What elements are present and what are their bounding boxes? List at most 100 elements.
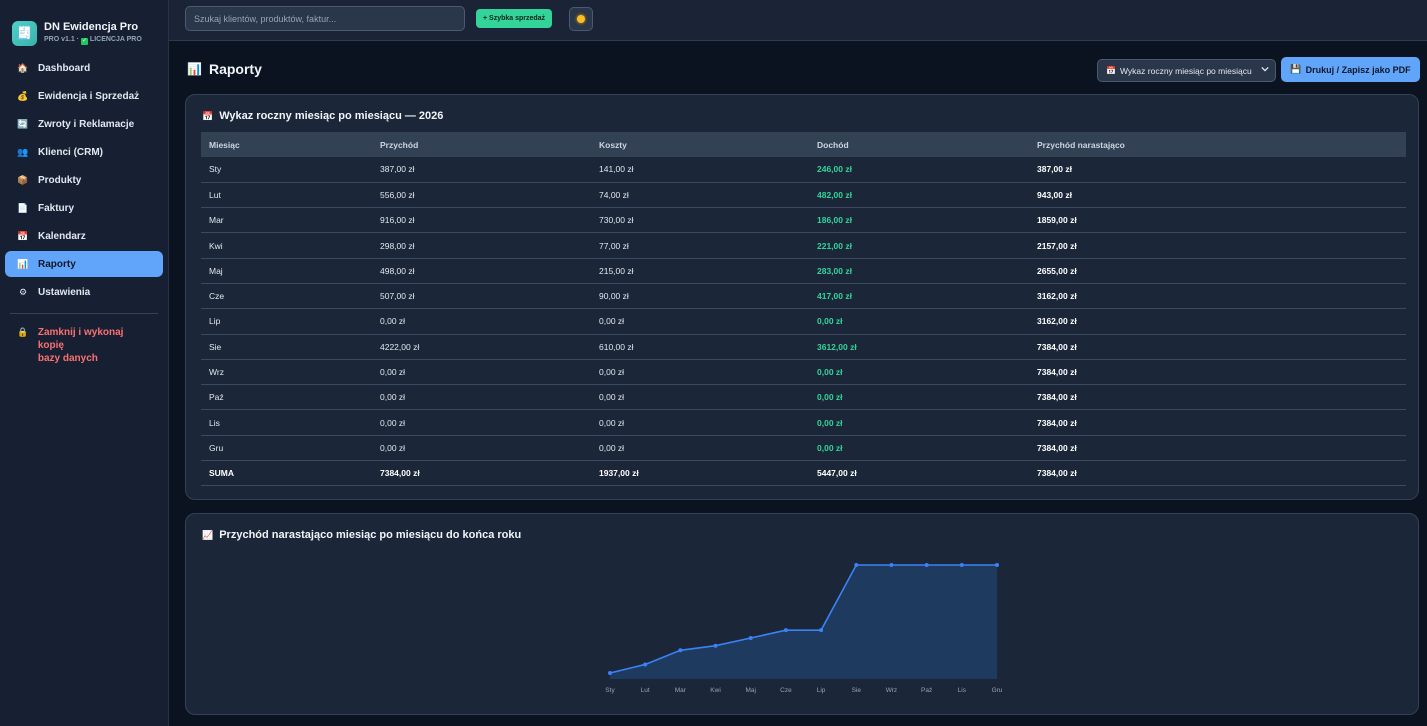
x-tick-label: Lut xyxy=(641,687,650,694)
table-row: Gru 0,00 zł 0,00 zł 0,00 zł 7384,00 zł xyxy=(201,435,1406,462)
cell-revenue: 916,00 zł xyxy=(372,207,591,234)
x-tick-label: Paź xyxy=(921,687,932,694)
gear-icon: ⚙ xyxy=(18,286,28,297)
sidebar-item-calendar[interactable]: 📅 Kalendarz xyxy=(5,223,163,249)
sidebar-item-label: Ustawienia xyxy=(38,286,91,298)
sidebar-item-dashboard[interactable]: 🏠 Dashboard xyxy=(5,55,163,81)
x-tick-label: Lip xyxy=(817,687,826,694)
x-tick-label: Maj xyxy=(745,687,755,694)
cell-month: Cze xyxy=(201,283,372,310)
users-icon: 👥 xyxy=(17,146,29,157)
sidebar-item-label: Dashboard xyxy=(38,62,91,74)
card-title: 📅 Wykaz roczny miesiąc po miesiącu — 202… xyxy=(202,110,443,122)
cell-cumulative: 7384,00 zł xyxy=(1029,435,1406,462)
cell-costs: 0,00 zł xyxy=(591,435,809,462)
sidebar-divider xyxy=(10,313,158,314)
cumulative-revenue-chart: Sty Lut Mar Kwi Maj Cze Lip Sie Wrz Paź Lis Gru xyxy=(605,563,1003,694)
sum-cell-revenue: 7384,00 zł xyxy=(372,460,591,487)
exit-label-line1: Zamknij i wykonaj kopię xyxy=(37,327,124,351)
print-pdf-label: Drukuj / Zapisz jako PDF xyxy=(1305,64,1411,75)
cell-cumulative: 943,00 zł xyxy=(1029,182,1406,209)
table-row: Sty 387,00 zł 141,00 zł 246,00 zł 387,00 zł xyxy=(201,157,1406,183)
cell-revenue: 0,00 zł xyxy=(372,435,591,462)
cell-cumulative: 2157,00 zł xyxy=(1029,232,1406,259)
data-point xyxy=(643,662,648,667)
sidebar-item-products[interactable]: 📦 Produkty xyxy=(5,167,163,193)
calendar-icon: 📅 xyxy=(1106,66,1116,75)
cell-income: 0,00 zł xyxy=(809,308,1029,335)
table-row: Lut 556,00 zł 74,00 zł 482,00 zł 943,00 zł xyxy=(201,182,1406,209)
col-month: Miesiąc xyxy=(201,132,372,157)
data-point xyxy=(783,628,788,633)
main-content: 📊 Raporty 📅 Wykaz roczny miesiąc po mies… xyxy=(169,41,1427,726)
search-input[interactable] xyxy=(185,6,465,31)
cell-income: 221,00 zł xyxy=(809,232,1029,259)
cell-income: 0,00 zł xyxy=(809,435,1029,462)
yearly-report-title: Wykaz roczny miesiąc po miesiącu — 2026 xyxy=(219,110,444,122)
table-row: Sie 4222,00 zł 610,00 zł 3612,00 zł 7384,00 … xyxy=(201,334,1406,360)
x-tick-label: Lis xyxy=(958,687,967,694)
cell-income: 246,00 zł xyxy=(809,157,1029,183)
sidebar-item-label: Faktury xyxy=(38,202,75,214)
x-tick-label: Wrz xyxy=(886,687,897,694)
sidebar-item-returns[interactable]: 🔄 Zwroty i Reklamacje xyxy=(5,111,163,137)
cell-costs: 141,00 zł xyxy=(591,157,809,183)
report-type-select[interactable]: 📅 Wykaz roczny miesiąc po miesiącu xyxy=(1097,59,1276,82)
document-icon: 📄 xyxy=(17,202,29,213)
cell-revenue: 498,00 zł xyxy=(372,258,591,284)
sidebar-item-label: Raporty xyxy=(38,258,76,270)
home-icon: 🏠 xyxy=(17,62,29,73)
sidebar-item-reports[interactable]: 📊 Raporty xyxy=(5,251,163,277)
print-pdf-button[interactable]: 💾 Drukuj / Zapisz jako PDF xyxy=(1281,57,1420,82)
cell-costs: 610,00 zł xyxy=(591,334,809,360)
cell-cumulative: 7384,00 zł xyxy=(1029,384,1406,411)
sidebar-item-settings[interactable]: ⚙ Ustawienia xyxy=(5,279,163,305)
cell-cumulative: 7384,00 zł xyxy=(1029,409,1406,436)
app-title: DN Ewidencja Pro xyxy=(44,21,139,33)
cell-income: 283,00 zł xyxy=(809,258,1029,284)
cell-costs: 0,00 zł xyxy=(591,308,809,335)
calendar-icon: 📅 xyxy=(202,110,214,121)
sidebar-item-crm[interactable]: 👥 Klienci (CRM) xyxy=(5,139,163,165)
data-point xyxy=(748,636,753,641)
sidebar-item-label: Zwroty i Reklamacje xyxy=(38,118,135,130)
sidebar-item-sales[interactable]: 💰 Ewidencja i Sprzedaż xyxy=(5,83,163,109)
calendar-icon: 📅 xyxy=(17,230,29,241)
table-row: Wrz 0,00 zł 0,00 zł 0,00 zł 7384,00 zł xyxy=(201,359,1406,386)
brand: 🧾 DN Ewidencja Pro PRO v1.1 · ✓ LICENCJA… xyxy=(0,0,168,52)
x-tick-label: Kwi xyxy=(710,687,720,694)
cell-cumulative: 2655,00 zł xyxy=(1029,258,1406,284)
cell-month: Paź xyxy=(201,384,372,411)
package-icon: 📦 xyxy=(17,174,29,185)
money-bag-icon: 💰 xyxy=(17,90,29,101)
table-row: Maj 498,00 zł 215,00 zł 283,00 zł 2655,00 zł xyxy=(201,258,1406,284)
page-title: Raporty xyxy=(208,61,262,77)
data-point xyxy=(959,563,964,567)
exit-backup-label: Zamknij i wykonaj kopię bazy danych xyxy=(38,326,151,365)
yearly-report-card: 📅 Wykaz roczny miesiąc po miesiącu — 202… xyxy=(185,94,1419,500)
sum-cell-costs: 1937,00 zł xyxy=(591,460,809,487)
table-header-row: Miesiąc Przychód Koszty Dochód Przychód … xyxy=(201,132,1406,157)
table-row: Lis 0,00 zł 0,00 zł 0,00 zł 7384,00 zł xyxy=(201,409,1406,436)
sidebar: 🧾 DN Ewidencja Pro PRO v1.1 · ✓ LICENCJA… xyxy=(0,0,169,726)
col-cumulative: Przychód narastająco xyxy=(1029,132,1406,157)
data-point xyxy=(713,643,718,648)
table-row: Cze 507,00 zł 90,00 zł 417,00 zł 3162,00 zł xyxy=(201,283,1406,310)
cell-cumulative: 7384,00 zł xyxy=(1029,359,1406,386)
data-point xyxy=(854,563,859,567)
exit-backup-button[interactable]: 🔒 Zamknij i wykonaj kopię bazy danych xyxy=(5,324,163,367)
sidebar-item-invoices[interactable]: 📄 Faktury xyxy=(5,195,163,221)
cell-month: Lut xyxy=(201,182,372,209)
sidebar-item-label: Klienci (CRM) xyxy=(38,146,103,158)
theme-toggle-button[interactable] xyxy=(569,7,593,31)
cell-revenue: 0,00 zł xyxy=(372,359,591,386)
cell-revenue: 0,00 zł xyxy=(372,384,591,411)
cell-revenue: 298,00 zł xyxy=(372,232,591,259)
license-badge: LICENCJA PRO xyxy=(89,36,142,43)
cell-month: Gru xyxy=(201,435,372,462)
cell-costs: 90,00 zł xyxy=(591,283,809,310)
sidebar-item-label: Ewidencja i Sprzedaż xyxy=(38,90,140,102)
quick-sale-button[interactable]: + Szybka sprzedaż xyxy=(476,9,553,28)
cell-costs: 0,00 zł xyxy=(591,359,809,386)
sum-cell-cumulative: 7384,00 zł xyxy=(1029,460,1406,487)
